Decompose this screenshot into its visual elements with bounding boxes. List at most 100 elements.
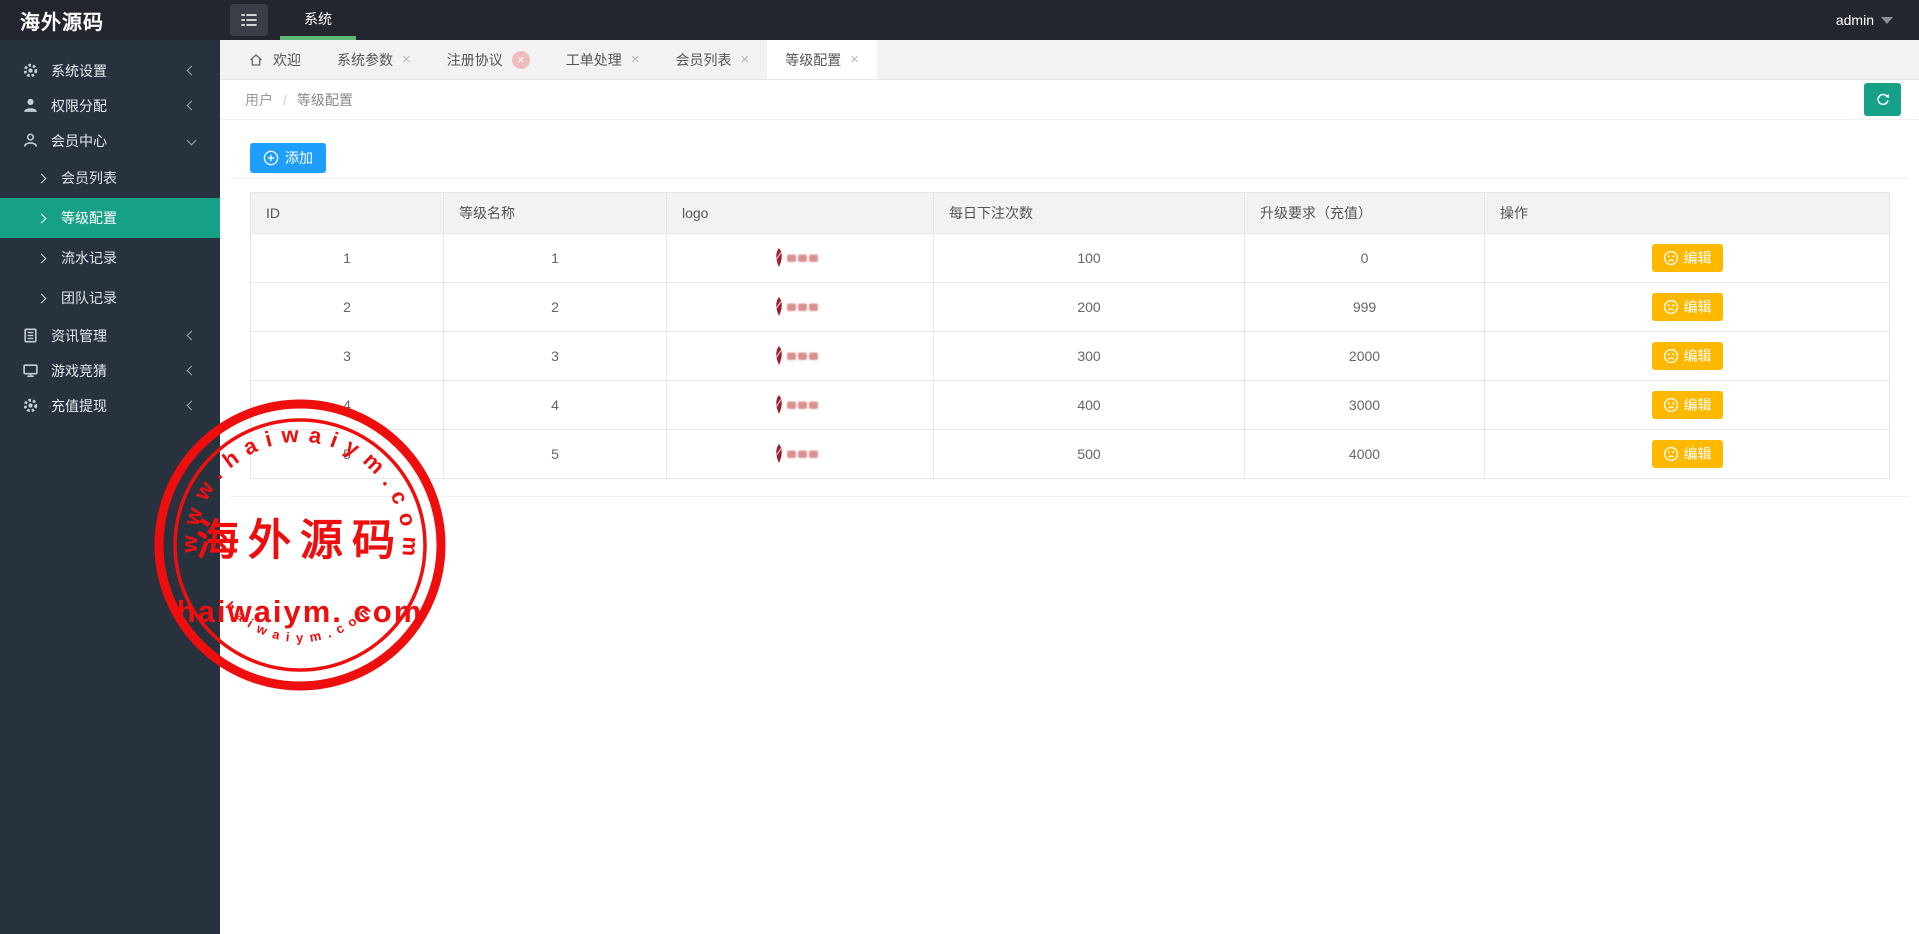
chevron-right-icon	[36, 213, 47, 223]
content-bottom-divider	[230, 496, 1909, 497]
tab-work-orders[interactable]: 工单处理 ×	[548, 40, 658, 79]
refresh-button[interactable]	[1864, 83, 1901, 116]
column-header-level-name: 等级名称	[443, 192, 667, 234]
level-config-table: ID 等级名称 logo 每日下注次数 升级要求（充值） 操作 1 1 100 …	[250, 192, 1890, 479]
sidebar-item-label: 权限分配	[51, 97, 107, 114]
face-icon	[1663, 348, 1678, 364]
chevron-left-icon	[186, 100, 197, 111]
main-area: 欢迎 系统参数 × 注册协议 × 工单处理 × 会员列表 × 等级配置 × 用户…	[220, 40, 1919, 934]
red-gem-logo	[776, 395, 818, 414]
tab-level-config[interactable]: 等级配置 ×	[767, 40, 878, 79]
topbar: 海外源码 系统 admin	[0, 0, 1919, 40]
cell-daily-bets: 300	[933, 331, 1245, 381]
cell-id: 5	[250, 429, 444, 479]
sidebar-item-system-settings[interactable]: 系统设置	[0, 53, 220, 88]
sidebar-item-label: 会员中心	[51, 132, 107, 149]
monitor-icon	[23, 364, 38, 378]
topnav-tab-system[interactable]: 系统	[280, 0, 356, 40]
tab-label: 注册协议	[446, 51, 503, 68]
close-icon[interactable]: ×	[741, 52, 750, 67]
toolbar-divider	[230, 178, 1909, 179]
chevron-right-icon	[36, 293, 47, 303]
table-header-row: ID 等级名称 logo 每日下注次数 升级要求（充值） 操作	[250, 192, 1890, 234]
face-icon	[1663, 446, 1678, 462]
cell-actions: 编辑	[1484, 429, 1890, 479]
red-gem-logo	[776, 248, 818, 267]
sidebar-subitem-flow-records[interactable]: 流水记录	[0, 238, 220, 278]
cell-id: 2	[250, 282, 444, 332]
sidebar-item-member-center[interactable]: 会员中心	[0, 123, 220, 158]
edit-button-label: 编辑	[1683, 446, 1712, 462]
sidebar-item-news[interactable]: 资讯管理	[0, 318, 220, 353]
cell-id: 1	[250, 233, 444, 283]
edit-button[interactable]: 编辑	[1651, 293, 1723, 321]
content: 添加 ID 等级名称 logo 每日下注次数 升级要求（充值） 操作 1 1 1…	[220, 143, 1919, 497]
close-icon[interactable]: ×	[402, 52, 411, 67]
cell-id: 4	[250, 380, 444, 430]
gear-icon	[23, 398, 38, 413]
sidebar-item-game-guess[interactable]: 游戏竞猜	[0, 353, 220, 388]
gear-icon	[23, 63, 38, 78]
tab-system-params[interactable]: 系统参数 ×	[319, 40, 429, 79]
sidebar-subitem-label: 会员列表	[61, 170, 117, 186]
breadcrumb-bar: 用户 / 等级配置	[220, 80, 1919, 120]
table-row: 4 4 400 3000 编辑	[250, 380, 1890, 430]
red-gem-logo	[776, 346, 818, 365]
table-row: 3 3 300 2000 编辑	[250, 331, 1890, 381]
sidebar-item-permissions[interactable]: 权限分配	[0, 88, 220, 123]
edit-button[interactable]: 编辑	[1651, 391, 1723, 419]
sidebar: 系统设置 权限分配 会员中心 会员列表 等级配置 流水记录 团队记录 资讯管理 …	[0, 40, 220, 934]
content-inner: 添加 ID 等级名称 logo 每日下注次数 升级要求（充值） 操作 1 1 1…	[230, 143, 1909, 497]
user-icon	[24, 98, 37, 112]
red-gem-logo	[776, 444, 818, 463]
brand-logo: 海外源码	[20, 11, 104, 34]
sidebar-subitem-level-config[interactable]: 等级配置	[0, 198, 220, 238]
edit-button-label: 编辑	[1683, 348, 1712, 364]
close-icon[interactable]: ×	[511, 50, 530, 69]
plus-circle-icon	[263, 150, 279, 166]
cell-logo	[666, 331, 934, 381]
tab-member-list[interactable]: 会员列表 ×	[658, 40, 768, 79]
admin-app: 海外源码 系统 admin 系统设置 权限分配 会员中心 会员列表 等级配置 流…	[0, 0, 1919, 934]
tab-label: 系统参数	[337, 51, 393, 68]
cell-logo	[666, 380, 934, 430]
edit-button-label: 编辑	[1683, 397, 1712, 413]
menu-toggle-button[interactable]	[230, 4, 268, 36]
cell-daily-bets: 500	[933, 429, 1245, 479]
add-button[interactable]: 添加	[250, 143, 326, 173]
cell-actions: 编辑	[1484, 331, 1890, 381]
username: admin	[1835, 12, 1874, 28]
cell-actions: 编辑	[1484, 380, 1890, 430]
chevron-left-icon	[186, 400, 197, 411]
edit-button-label: 编辑	[1683, 299, 1712, 315]
edit-button[interactable]: 编辑	[1651, 244, 1723, 272]
table-row: 5 5 500 4000 编辑	[250, 429, 1890, 479]
chevron-left-icon	[186, 65, 197, 76]
close-icon[interactable]: ×	[631, 52, 640, 67]
breadcrumb-parent[interactable]: 用户	[245, 90, 273, 110]
face-icon	[1663, 299, 1678, 315]
sidebar-item-recharge-withdraw[interactable]: 充值提现	[0, 388, 220, 423]
cell-logo	[666, 233, 934, 283]
tab-register-agreement[interactable]: 注册协议 ×	[429, 40, 548, 79]
sidebar-item-label: 系统设置	[51, 62, 107, 79]
add-button-label: 添加	[285, 150, 313, 166]
red-gem-logo	[776, 297, 818, 316]
tab-welcome[interactable]: 欢迎	[230, 40, 319, 79]
member-icon	[23, 133, 38, 147]
sidebar-subitem-team-records[interactable]: 团队记录	[0, 278, 220, 318]
edit-button[interactable]: 编辑	[1651, 342, 1723, 370]
edit-button-label: 编辑	[1683, 250, 1712, 266]
edit-button[interactable]: 编辑	[1651, 440, 1723, 468]
home-icon	[250, 53, 262, 66]
tab-label: 欢迎	[273, 51, 301, 68]
sidebar-subitem-member-list[interactable]: 会员列表	[0, 158, 220, 198]
cell-upgrade-req: 0	[1244, 233, 1485, 283]
user-menu[interactable]: admin	[1836, 12, 1919, 28]
column-header-actions: 操作	[1484, 192, 1890, 234]
chevron-right-icon	[36, 253, 47, 263]
cell-level-name: 2	[443, 282, 667, 332]
close-icon[interactable]: ×	[850, 52, 859, 67]
cell-actions: 编辑	[1484, 282, 1890, 332]
chevron-down-icon	[186, 135, 197, 146]
